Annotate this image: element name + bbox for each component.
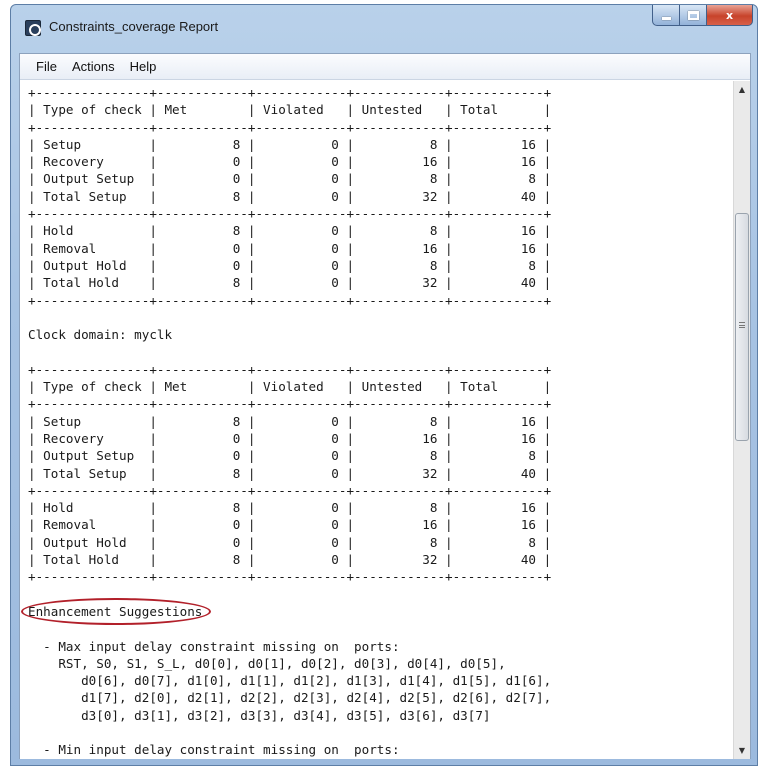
enhancement-suggestions-heading: Enhancement Suggestions: [20, 597, 212, 626]
close-icon: x: [725, 8, 734, 22]
maximize-icon: [687, 10, 699, 20]
close-button[interactable]: x: [707, 5, 753, 26]
title-bar[interactable]: Constraints_coverage Report x: [11, 5, 757, 47]
menu-help[interactable]: Help: [130, 59, 157, 74]
report-window: Constraints_coverage Report x File Actio…: [10, 4, 758, 766]
scrollbar-grip-icon: [739, 322, 745, 328]
minimize-button[interactable]: [652, 5, 680, 26]
window-controls: x: [652, 5, 753, 27]
window-client-area: File Actions Help +---------------+-----…: [19, 53, 751, 759]
report-app-icon[interactable]: [25, 20, 41, 36]
report-text-area[interactable]: +---------------+------------+----------…: [20, 81, 734, 759]
minimize-icon: [661, 16, 671, 20]
menu-file[interactable]: File: [36, 59, 57, 74]
window-title: Constraints_coverage Report: [49, 19, 219, 34]
scroll-down-arrow-icon[interactable]: ▼: [734, 742, 750, 759]
scrollbar-thumb[interactable]: [735, 213, 749, 441]
scroll-up-arrow-icon[interactable]: ▲: [734, 81, 750, 98]
coverage-tables-text: +---------------+------------+----------…: [28, 85, 552, 585]
menu-actions[interactable]: Actions: [72, 59, 115, 74]
maximize-button[interactable]: [680, 5, 707, 26]
suggestions-text: - Max input delay constraint missing on …: [43, 638, 552, 758]
vertical-scrollbar[interactable]: ▲ ▼: [733, 81, 750, 759]
menu-bar: File Actions Help: [20, 54, 750, 80]
report-content: +---------------+------------+----------…: [20, 81, 734, 759]
